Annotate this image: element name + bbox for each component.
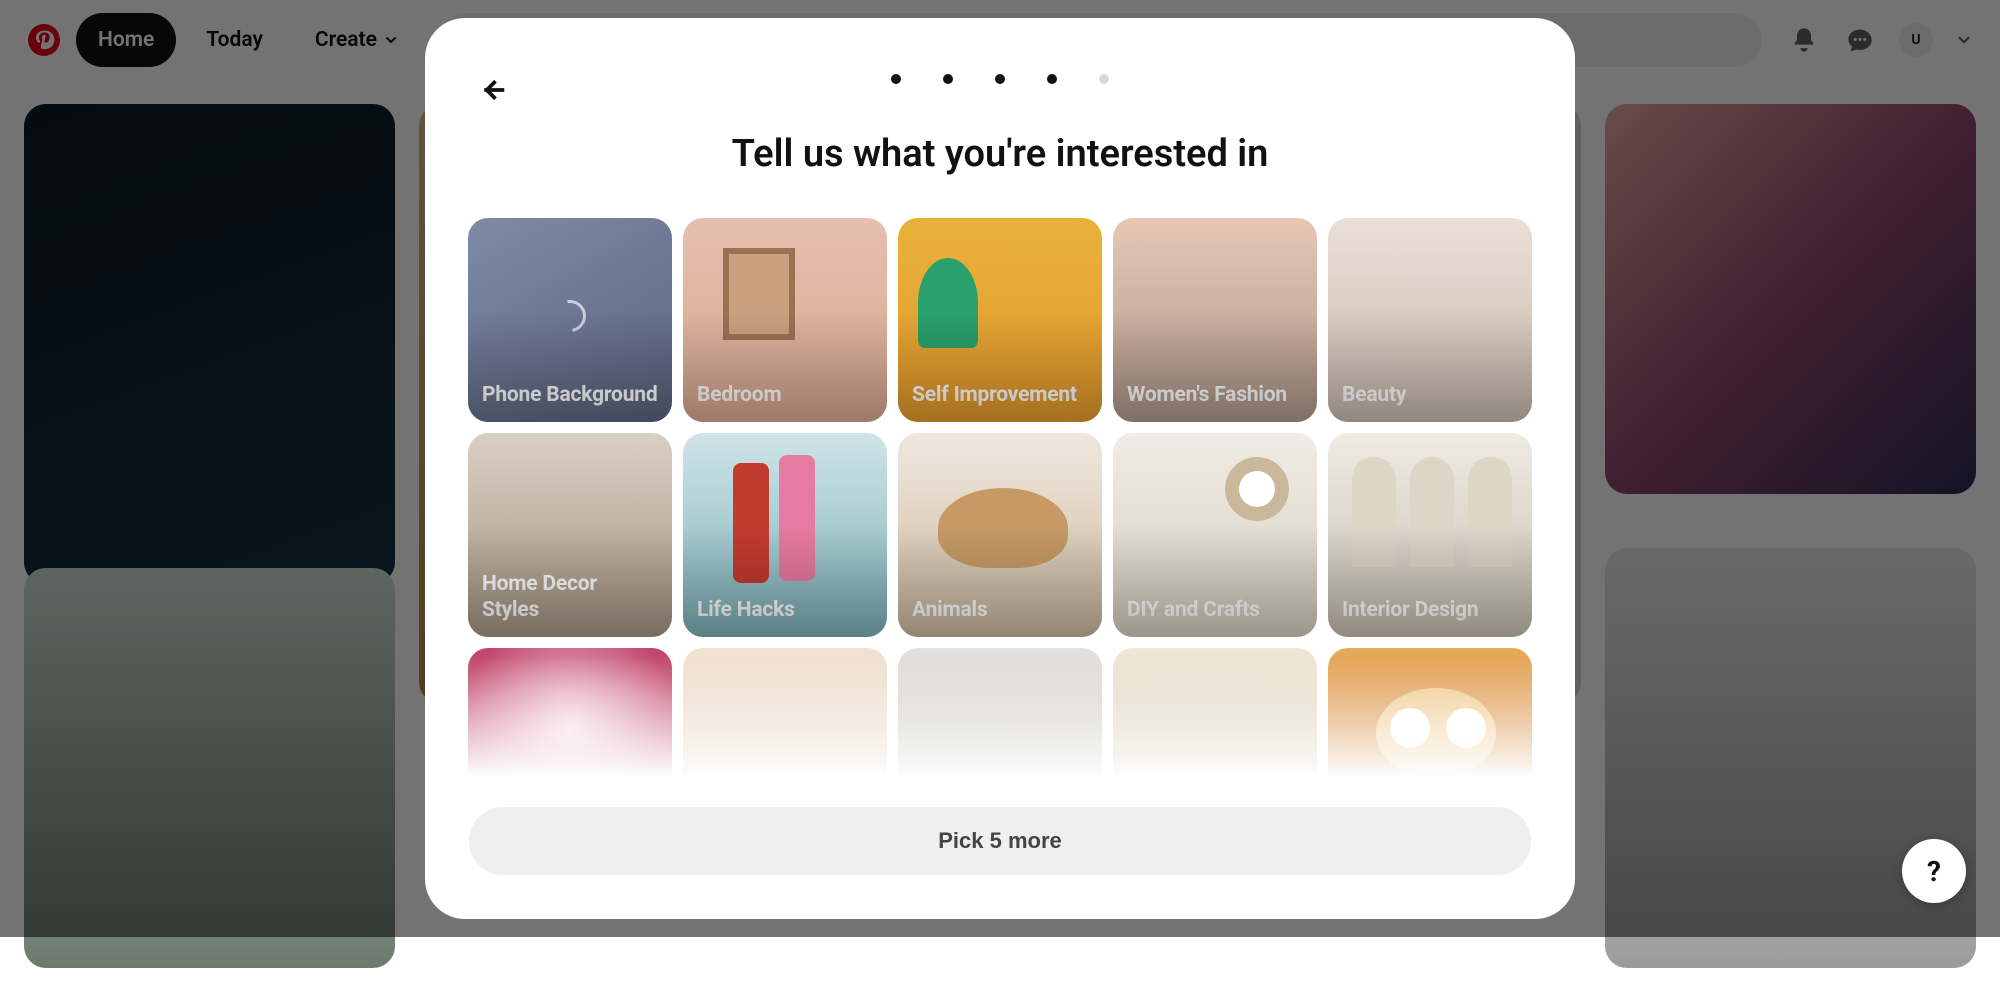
interests-modal: Tell us what you're interested in Phone … bbox=[425, 18, 1575, 919]
interest-label: Women's Fashion bbox=[1127, 382, 1303, 408]
interest-label: Phone Background bbox=[482, 382, 658, 408]
interest-tile-animals[interactable]: Animals bbox=[898, 433, 1102, 637]
progress-dot bbox=[1047, 74, 1057, 84]
interest-tile-life-hacks[interactable]: Life Hacks bbox=[683, 433, 887, 637]
modal-title: Tell us what you're interested in bbox=[471, 132, 1529, 176]
interests-grid: Phone Background Bedroom Self Improvemen… bbox=[425, 218, 1575, 777]
interest-tile[interactable] bbox=[898, 648, 1102, 777]
interest-label: DIY and Crafts bbox=[1127, 597, 1303, 623]
interest-tile-self-improvement[interactable]: Self Improvement bbox=[898, 218, 1102, 422]
interest-tile-womens-fashion[interactable]: Women's Fashion bbox=[1113, 218, 1317, 422]
interest-tile-interior-design[interactable]: Interior Design bbox=[1328, 433, 1532, 637]
pick-more-label: Pick 5 more bbox=[938, 828, 1062, 853]
progress-dot bbox=[891, 74, 901, 84]
progress-dot bbox=[995, 74, 1005, 84]
arrow-left-icon bbox=[478, 75, 508, 105]
interest-tile-home-decor-styles[interactable]: Home Decor Styles bbox=[468, 433, 672, 637]
interest-tile[interactable] bbox=[468, 648, 672, 777]
interest-tile[interactable] bbox=[1328, 648, 1532, 777]
progress-dot bbox=[943, 74, 953, 84]
back-button[interactable] bbox=[471, 68, 515, 112]
interest-tile-beauty[interactable]: Beauty bbox=[1328, 218, 1532, 422]
interest-label: Animals bbox=[912, 597, 1088, 623]
progress-dot bbox=[1099, 74, 1109, 84]
interest-label: Interior Design bbox=[1342, 597, 1518, 623]
progress-dots bbox=[471, 56, 1529, 84]
interest-tile-diy-and-crafts[interactable]: DIY and Crafts bbox=[1113, 433, 1317, 637]
interests-scroll[interactable]: Phone Background Bedroom Self Improvemen… bbox=[425, 218, 1575, 777]
help-label: ? bbox=[1927, 855, 1941, 888]
interest-tile-phone-background[interactable]: Phone Background bbox=[468, 218, 672, 422]
interest-label: Bedroom bbox=[697, 382, 873, 408]
interest-label: Home Decor Styles bbox=[482, 571, 658, 624]
modal-footer: Pick 5 more bbox=[425, 777, 1575, 919]
interest-label: Self Improvement bbox=[912, 382, 1088, 408]
help-button[interactable]: ? bbox=[1902, 839, 1966, 903]
interest-tile-bedroom[interactable]: Bedroom bbox=[683, 218, 887, 422]
interest-tile[interactable] bbox=[1113, 648, 1317, 777]
modal-header: Tell us what you're interested in bbox=[425, 18, 1575, 218]
pick-more-button[interactable]: Pick 5 more bbox=[469, 807, 1531, 875]
interest-label: Beauty bbox=[1342, 382, 1518, 408]
interest-label: Life Hacks bbox=[697, 597, 873, 623]
interest-tile[interactable] bbox=[683, 648, 887, 777]
